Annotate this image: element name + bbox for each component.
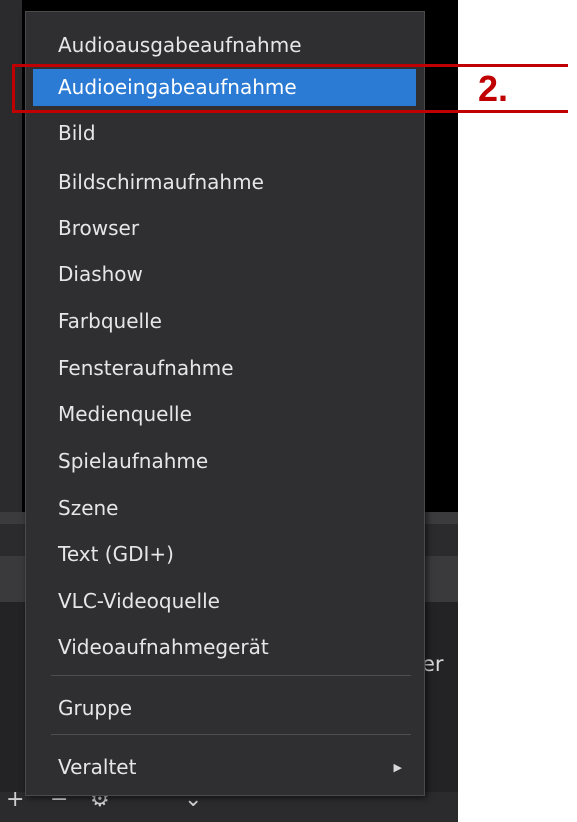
menu-item-audioausgabeaufnahme[interactable]: Audioausgabeaufnahme (33, 27, 416, 64)
menu-item-vlc-videoquelle[interactable]: VLC-Videoquelle (33, 583, 416, 620)
add-source-context-menu: Audioausgabeaufnahme Audioeingabeaufnahm… (25, 11, 425, 796)
chevron-right-icon: ▶ (393, 761, 402, 774)
menu-separator (51, 675, 411, 676)
menu-item-label: Videoaufnahmegerät (58, 635, 269, 659)
menu-item-veraltet[interactable]: Veraltet ▶ (33, 749, 416, 786)
menu-separator (51, 734, 411, 735)
menu-item-label: Diashow (58, 262, 143, 286)
menu-item-medienquelle[interactable]: Medienquelle (33, 396, 416, 433)
menu-item-label: Medienquelle (58, 402, 192, 426)
menu-item-label: Browser (58, 216, 140, 240)
menu-item-label: Bild (58, 121, 96, 145)
dock-label-fragment: er (422, 652, 444, 676)
menu-item-label: Bildschirmaufnahme (58, 170, 264, 194)
menu-item-label: VLC-Videoquelle (58, 589, 220, 613)
menu-item-spielaufnahme[interactable]: Spielaufnahme (33, 443, 416, 480)
menu-item-label: Gruppe (58, 696, 133, 720)
menu-item-label: Fensteraufnahme (58, 356, 234, 380)
menu-item-diashow[interactable]: Diashow (33, 256, 416, 293)
menu-item-bildschirmaufnahme[interactable]: Bildschirmaufnahme (33, 164, 416, 201)
menu-item-label: Farbquelle (58, 309, 162, 333)
sources-toolbar (0, 792, 458, 822)
menu-item-fensteraufnahme[interactable]: Fensteraufnahme (33, 350, 416, 387)
menu-item-farbquelle[interactable]: Farbquelle (33, 303, 416, 340)
menu-item-label: Audioausgabeaufnahme (58, 33, 302, 57)
menu-item-browser[interactable]: Browser (33, 210, 416, 247)
menu-item-label: Szene (58, 496, 119, 520)
annotation-step-label: 2. (478, 68, 509, 109)
plus-icon[interactable]: + (6, 786, 24, 814)
menu-item-bild[interactable]: Bild (33, 115, 416, 152)
menu-item-label: Text (GDI+) (58, 542, 174, 566)
menu-item-szene[interactable]: Szene (33, 490, 416, 527)
menu-item-text-gdi[interactable]: Text (GDI+) (33, 536, 416, 573)
menu-item-videoaufnahmegeraet[interactable]: Videoaufnahmegerät (33, 629, 416, 666)
menu-item-label: Veraltet (58, 755, 137, 779)
menu-item-label: Spielaufnahme (58, 449, 209, 473)
menu-item-gruppe[interactable]: Gruppe (33, 690, 416, 727)
